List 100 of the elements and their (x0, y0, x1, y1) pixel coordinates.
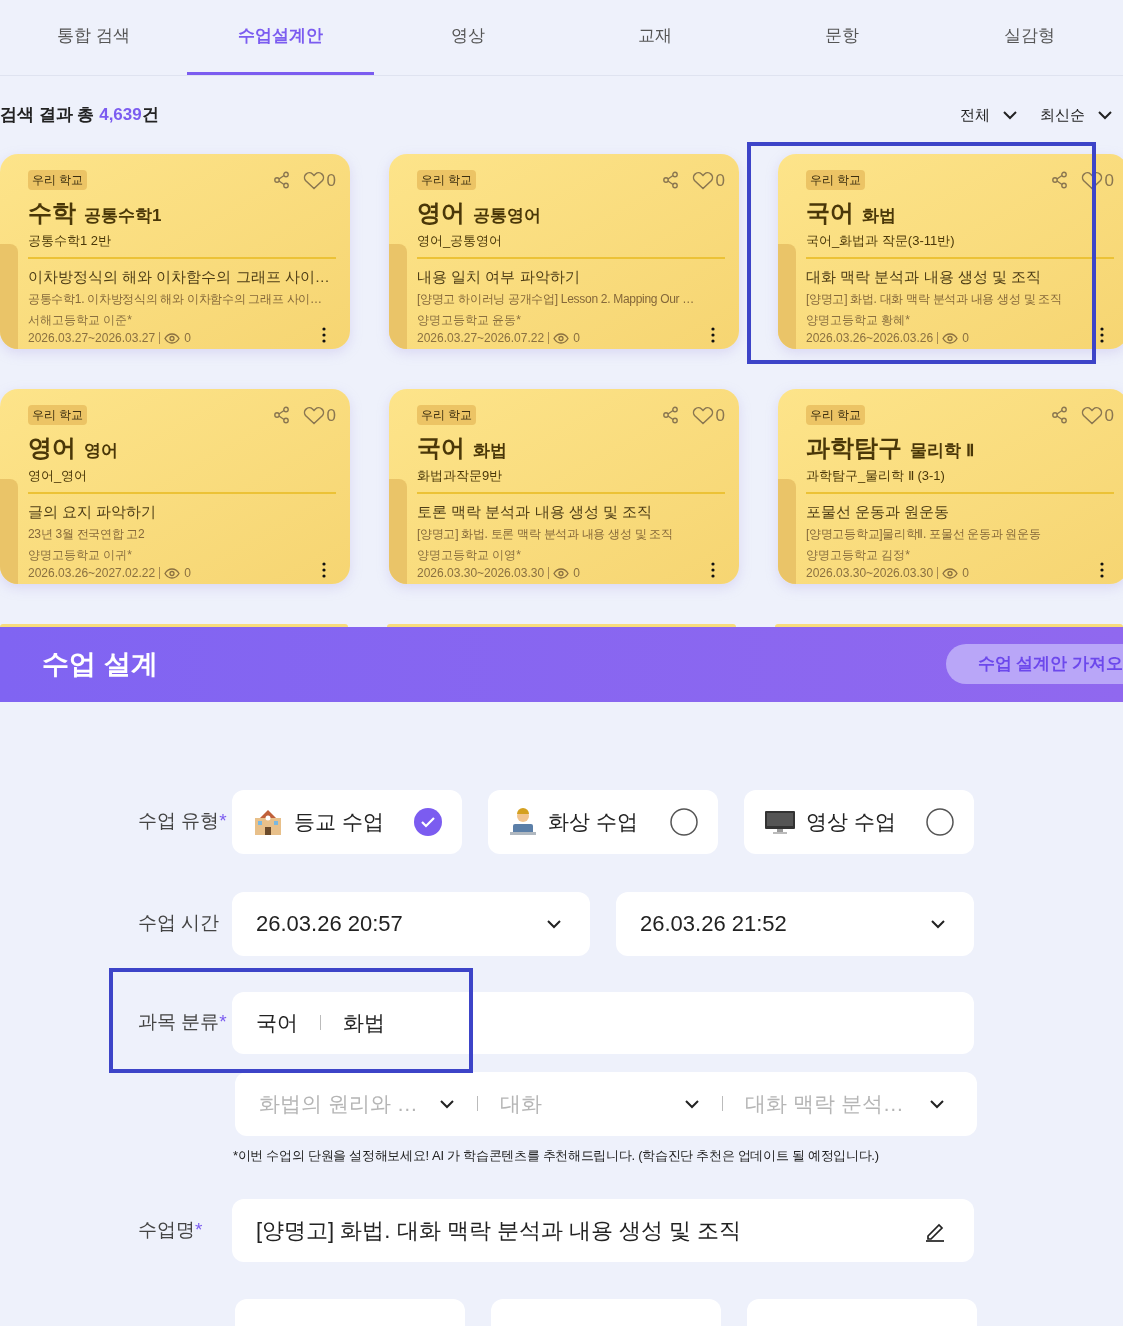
tab[interactable]: 문항 (748, 0, 936, 75)
share-icon[interactable] (661, 406, 680, 425)
card-author: 서해고등학교 이준* (28, 312, 133, 329)
view-count: 0 (962, 330, 969, 347)
unit-note: *이번 수업의 단원을 설정해보세요! AI 가 학습콘텐츠를 추천해드립니다. (학습진단 추천은 업데이트 될 예정입니다.) (232, 1146, 880, 1165)
heart-icon[interactable] (302, 170, 325, 190)
heart-icon[interactable] (302, 405, 325, 425)
time-dropdown[interactable]: 26.03.26 20:57 (232, 891, 590, 956)
heart-icon[interactable] (691, 170, 714, 190)
like-count: 0 (1104, 404, 1114, 427)
chevron-down-icon (930, 918, 946, 929)
eye-icon (942, 332, 959, 344)
view-count: 0 (573, 330, 580, 347)
share-icon[interactable] (1050, 171, 1069, 190)
filter-dropdown[interactable]: 전체 (960, 103, 1018, 126)
card-period: 2026.03.27~2026.03.27 (28, 330, 156, 347)
subject-value: 국어 (256, 1009, 298, 1036)
card-subject: 영어 (417, 198, 465, 228)
card-author: 양명고등학교 윤동* (417, 312, 522, 329)
share-icon[interactable] (272, 406, 291, 425)
eye-icon (942, 567, 959, 579)
more-icon[interactable] (322, 562, 326, 578)
card-author: 양명고등학교 이귀* (28, 547, 133, 564)
card-period: 2026.03.30~2026.03.30 (417, 565, 545, 582)
card-title: 글의 요지 파악하기 (28, 501, 158, 522)
heart-icon[interactable] (691, 405, 714, 425)
card-period: 2026.03.26~2027.02.22 (28, 565, 156, 582)
school-tag: 우리 학교 (417, 405, 477, 426)
eye-icon (553, 332, 570, 344)
lesson-name-field[interactable]: [양명고] 화법. 대화 맥락 분석과 내용 생성 및 조직 (232, 1199, 974, 1262)
share-icon[interactable] (272, 171, 291, 190)
more-icon[interactable] (1100, 562, 1104, 578)
class-name: 영어_공통영어 (417, 232, 504, 250)
card-subtitle: [양명고] 화법. 토론 맥락 분석과 내용 생성 및 조직 (417, 526, 674, 543)
subject-field[interactable]: 국어 화법 (232, 991, 974, 1054)
tab[interactable]: 실감형 (935, 0, 1123, 75)
lesson-type-option[interactable]: 등교 수업 (232, 789, 462, 854)
more-icon[interactable] (322, 327, 326, 343)
class-name: 국어_화법과 작문(3-11반) (806, 232, 956, 250)
lesson-card[interactable]: 우리 학교 0 영어 공통영어 영어_공통영어 내용 일치 여부 파악하기 [양명고 하이러닝 공개수업] Lesson 2. Mapping Our … 양명고등학교 윤동* 2026.03.27~2026.07.22 0 (389, 153, 739, 349)
time-dropdown[interactable]: 26.03.26 21:52 (616, 891, 974, 956)
chevron-down-icon (1097, 109, 1113, 120)
tab[interactable]: 영상 (374, 0, 562, 75)
like-count: 0 (326, 404, 336, 427)
school-tag: 우리 학교 (28, 405, 88, 426)
required-mark: * (195, 1219, 203, 1241)
card-subject: 영어 (28, 433, 76, 463)
filter-dropdown[interactable]: 최신순 (1040, 103, 1113, 126)
card-title: 대화 맥락 분석과 내용 생성 및 조직 (806, 266, 1042, 287)
required-mark: * (219, 810, 227, 832)
class-name: 공통수학1 2반 (28, 232, 113, 250)
eye-icon (553, 567, 570, 579)
card-period: 2026.03.27~2026.07.22 (417, 330, 545, 347)
like-count: 0 (715, 169, 725, 192)
chevron-down-icon (439, 1098, 455, 1109)
lesson-card[interactable]: 우리 학교 0 국어 화법 화법과작문9반 토론 맥락 분석과 내용 생성 및 조직 [양명고] 화법. 토론 맥락 분석과 내용 생성 및 조직 양명고등학교 이영* 2026.03.30~2026.03.30 0 (389, 388, 739, 584)
card-title: 이차방정식의 해와 이차함수의 그래프 사이… (28, 266, 331, 287)
card-author: 양명고등학교 이영* (417, 547, 522, 564)
lesson-card[interactable]: 우리 학교 0 과학탐구 물리학 Ⅱ 과학탐구_물리학 Ⅱ (3-1) 포물선 운동과 원운동 [양명고등학교]물리학Ⅱ. 포물선 운동과 원운동 양명고등학교 김정* 2026.03.30~2026.03.30 0 (778, 388, 1123, 584)
tab[interactable]: 수업설계안 (187, 0, 375, 75)
more-icon[interactable] (1100, 327, 1104, 343)
banner-title: 수업 설계 (42, 647, 158, 681)
view-count: 0 (184, 330, 191, 347)
more-icon[interactable] (711, 562, 715, 578)
share-icon[interactable] (661, 171, 680, 190)
card-course: 화법 (862, 205, 896, 227)
like-count: 0 (326, 169, 336, 192)
card-subtitle: [양명고 하이러닝 공개수업] Lesson 2. Mapping Our … (417, 291, 696, 308)
chevron-down-icon (1002, 109, 1018, 120)
card-author: 양명고등학교 김정* (806, 547, 911, 564)
heart-icon[interactable] (1080, 405, 1103, 425)
card-course: 공통영어 (473, 205, 541, 227)
card-course: 공통수학1 (84, 205, 162, 227)
tab[interactable]: 통합 검색 (0, 0, 188, 75)
lesson-card[interactable]: 우리 학교 0 수학 공통수학1 공통수학1 2반 이차방정식의 해와 이차함수의 그래프 사이… 공통수학1. 이차방정식의 해와 이차함수의 그래프 사이… 서해고등학교 이준* 2026.03.27~2026.03.27 0 (0, 153, 350, 349)
eye-icon (164, 567, 181, 579)
lesson-type-option[interactable]: 영상 수업 (744, 789, 974, 854)
class-name: 영어_영어 (28, 467, 89, 485)
card-subtitle: 23년 3월 전국연합 고2 (28, 526, 146, 543)
card-period: 2026.03.30~2026.03.30 (806, 565, 934, 582)
heart-icon[interactable] (1080, 170, 1103, 190)
tab[interactable]: 교재 (561, 0, 749, 75)
card-title: 내용 일치 여부 파악하기 (417, 266, 581, 287)
monitor-icon (764, 808, 796, 835)
school-tag: 우리 학교 (417, 170, 477, 191)
school-tag: 우리 학교 (28, 170, 88, 191)
card-course: 화법 (473, 440, 507, 462)
view-count: 0 (962, 565, 969, 582)
card-subject: 수학 (28, 198, 76, 228)
field-label: 수업 시간 (138, 912, 220, 934)
lesson-type-option[interactable]: 화상 수업 (488, 789, 718, 854)
lesson-card[interactable]: 우리 학교 0 국어 화법 국어_화법과 작문(3-11반) 대화 맥락 분석과 내용 생성 및 조직 [양명고] 화법. 대화 맥락 분석과 내용 생성 및 조직 양명고등학교 황혜* 2026.03.26~2026.03.26 0 (778, 153, 1123, 349)
card-period: 2026.03.26~2026.03.26 (806, 330, 934, 347)
course-value: 화법 (343, 1009, 385, 1036)
lesson-name-value: [양명고] 화법. 대화 맥락 분석과 내용 생성 및 조직 (256, 1217, 742, 1245)
card-course: 영어 (84, 440, 118, 462)
chevron-down-icon (929, 1098, 945, 1109)
share-icon[interactable] (1050, 406, 1069, 425)
more-icon[interactable] (711, 327, 715, 343)
lesson-card[interactable]: 우리 학교 0 영어 영어 영어_영어 글의 요지 파악하기 23년 3월 전국연합 고2 양명고등학교 이귀* 2026.03.26~2027.02.22 0 (0, 388, 350, 584)
